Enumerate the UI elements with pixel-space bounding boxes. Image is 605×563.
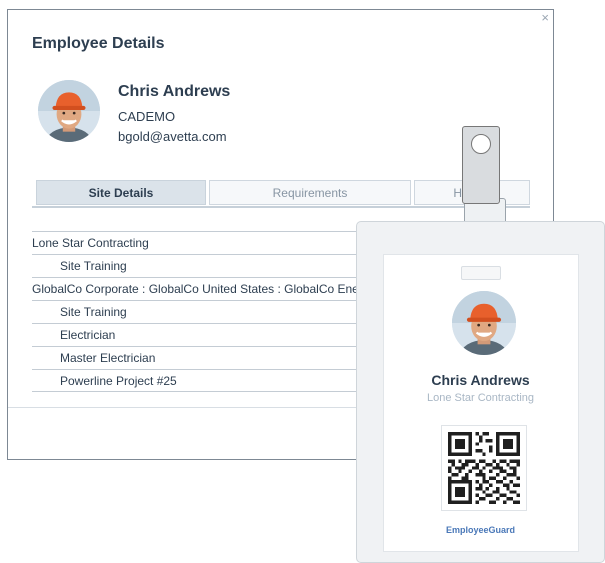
badge-slot (461, 266, 501, 280)
employee-name: Chris Andrews (118, 83, 231, 100)
employee-email: bgold@avetta.com (118, 129, 227, 144)
tab-site-details[interactable]: Site Details (36, 180, 206, 205)
badge-brand-logo: EmployeeGuard (445, 525, 516, 535)
id-badge: Chris Andrews Lone Star Contracting Empl… (356, 221, 605, 563)
badge-employee-name: Chris Andrews (431, 372, 530, 388)
employee-company: CADEMO (118, 109, 176, 124)
employee-avatar (38, 80, 100, 142)
badge-company: Lone Star Contracting (426, 392, 534, 404)
badge-clip (462, 126, 500, 204)
dialog-title: Employee Details (32, 35, 165, 52)
tab-requirements[interactable]: Requirements (209, 180, 411, 205)
close-icon[interactable]: × (541, 11, 549, 25)
badge-avatar (452, 291, 516, 355)
qr-code (441, 425, 527, 511)
tab-underline (32, 206, 530, 208)
detail-tabs: Site Details Requirements History (32, 180, 530, 206)
badge-clip-hole (471, 134, 491, 154)
